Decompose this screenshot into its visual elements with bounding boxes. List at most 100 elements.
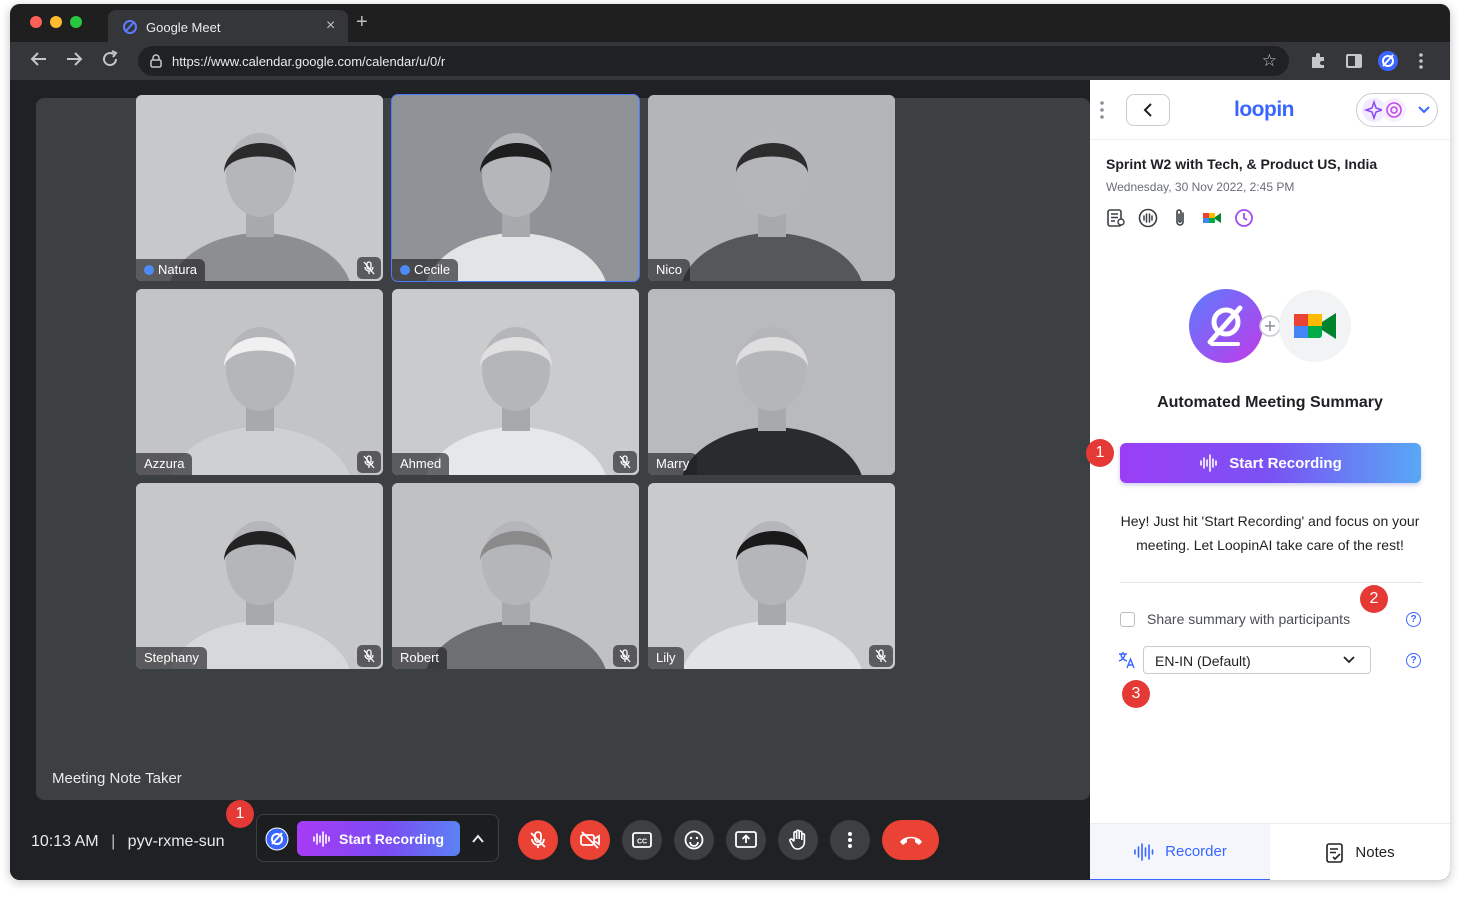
reactions-button[interactable] (674, 820, 714, 860)
time-separator: | (111, 833, 116, 850)
chevron-down-icon (1418, 106, 1430, 114)
browser-window: Google Meet × + https://www.calendar.goo… (10, 4, 1450, 880)
participant-video (648, 483, 895, 669)
extensions-puzzle-icon[interactable] (1309, 52, 1327, 70)
new-tab-icon[interactable]: + (356, 11, 368, 34)
emoji-smile-icon (684, 830, 704, 850)
participant-name-tag: Natura (136, 259, 206, 281)
browser-menu-icon[interactable] (1418, 52, 1424, 70)
participant-name: Lily (656, 650, 676, 665)
recorder-waveform-icon (1134, 842, 1154, 861)
participant-name: Marry (656, 456, 690, 471)
participant-tile[interactable]: Natura (136, 95, 383, 281)
address-bar[interactable]: https://www.calendar.google.com/calendar… (138, 46, 1289, 76)
participant-name-tag: Marry (648, 453, 698, 475)
captions-button[interactable]: CC (622, 820, 662, 860)
more-options-button[interactable] (830, 820, 870, 860)
loopin-extension-icon[interactable] (1377, 50, 1399, 72)
translate-icon (1118, 652, 1135, 669)
app-switcher-dropdown[interactable] (1356, 93, 1438, 127)
muted-mic-icon (357, 257, 381, 279)
tab-title: Google Meet (146, 20, 221, 35)
loopin-side-panel: loopin Sprint W2 with Tech, & Product US… (1086, 80, 1450, 880)
transcript-icon[interactable] (1106, 208, 1126, 228)
camera-toggle-button[interactable] (570, 820, 610, 860)
camera-off-icon (580, 831, 600, 849)
meet-page: Natura Cecile Nico Azzura Ahmed Marry Stephany… (10, 80, 1450, 880)
muted-mic-icon (613, 645, 637, 667)
share-help-icon[interactable]: ? (1406, 612, 1421, 627)
close-window-icon[interactable] (30, 16, 42, 28)
present-screen-button[interactable] (726, 820, 766, 860)
panel-tabs: Recorder Notes (1090, 823, 1450, 880)
back-arrow-icon[interactable] (30, 50, 48, 68)
drag-handle-icon[interactable] (1099, 100, 1105, 120)
close-tab-icon[interactable]: × (326, 17, 335, 35)
side-panel-icon[interactable] (1345, 52, 1363, 70)
video-stage: Natura Cecile Nico Azzura Ahmed Marry Stephany… (36, 94, 1090, 800)
google-meet-app-icon (1279, 290, 1351, 362)
participant-tile[interactable]: Stephany (136, 483, 383, 669)
participant-tile[interactable]: Robert (392, 483, 639, 669)
minimize-window-icon[interactable] (50, 16, 62, 28)
panel-start-recording-button[interactable]: Start Recording (1120, 443, 1421, 483)
participant-video (136, 483, 383, 669)
participant-video (392, 483, 639, 669)
participant-tile[interactable]: Marry (648, 289, 895, 475)
attachment-icon[interactable] (1170, 208, 1190, 228)
participant-tile[interactable]: Cecile (391, 94, 640, 282)
loopin-record-group: Start Recording (256, 814, 499, 862)
raise-hand-button[interactable] (778, 820, 818, 860)
share-summary-checkbox[interactable] (1120, 612, 1135, 627)
share-summary-label: Share summary with participants (1147, 611, 1351, 627)
chevron-down-icon (1343, 656, 1355, 664)
start-recording-button[interactable]: Start Recording (297, 821, 460, 856)
notes-icon (1326, 842, 1344, 863)
loopin-clock-icon[interactable] (1234, 208, 1254, 228)
loopin-ai-sparkle-icon (1362, 98, 1406, 122)
audio-wave-icon[interactable] (1138, 208, 1158, 228)
participant-tile[interactable]: Lily (648, 483, 895, 669)
mic-off-icon (530, 831, 546, 848)
participant-tile[interactable]: Azzura (136, 289, 383, 475)
meeting-icons-row (1106, 208, 1254, 230)
url-text: https://www.calendar.google.com/calendar… (172, 54, 446, 69)
verified-check-icon (400, 265, 410, 275)
microphone-toggle-button[interactable] (518, 820, 558, 860)
reload-icon[interactable] (101, 50, 119, 68)
tab-notes[interactable]: Notes (1270, 824, 1450, 880)
browser-tab[interactable]: Google Meet × (108, 10, 348, 42)
waveform-icon (1200, 454, 1218, 472)
svg-text:CC: CC (637, 839, 647, 846)
closed-captions-icon: CC (632, 832, 652, 848)
meeting-code: pyv-rxme-sun (127, 833, 225, 850)
participant-video (648, 289, 895, 475)
chevron-up-icon[interactable] (471, 832, 485, 846)
participant-name: Nico (656, 262, 683, 277)
maximize-window-icon[interactable] (70, 16, 82, 28)
language-help-icon[interactable]: ? (1406, 653, 1421, 668)
loopin-logo-icon (265, 827, 289, 851)
step-badge-3: 3 (1122, 680, 1150, 708)
integration-hero (1188, 288, 1354, 364)
tab-bar: Google Meet × + (10, 4, 1450, 42)
leave-call-button[interactable] (882, 820, 939, 860)
participant-tile[interactable]: Ahmed (392, 289, 639, 475)
forward-arrow-icon[interactable] (65, 50, 83, 68)
participant-tile[interactable]: Nico (648, 95, 895, 281)
participant-name-tag: Stephany (136, 647, 207, 669)
language-selected-value: EN-IN (Default) (1155, 653, 1251, 669)
participant-name: Azzura (144, 456, 185, 471)
help-text-line-1: Hey! Just hit 'Start Recording' and focu… (1120, 513, 1420, 529)
loopin-favicon-icon (123, 20, 137, 34)
muted-mic-icon (869, 645, 893, 667)
panel-start-recording-label: Start Recording (1229, 454, 1342, 472)
tab-recorder[interactable]: Recorder (1090, 824, 1270, 880)
back-button[interactable] (1126, 94, 1170, 126)
bookmark-star-icon[interactable]: ☆ (1262, 51, 1277, 71)
language-select[interactable]: EN-IN (Default) (1143, 646, 1371, 674)
step-badge-1-panel: 1 (1086, 439, 1114, 467)
meeting-time-code: 10:13 AM | pyv-rxme-sun (31, 833, 225, 851)
participant-name: Natura (158, 262, 198, 277)
google-meet-icon[interactable] (1202, 208, 1222, 228)
